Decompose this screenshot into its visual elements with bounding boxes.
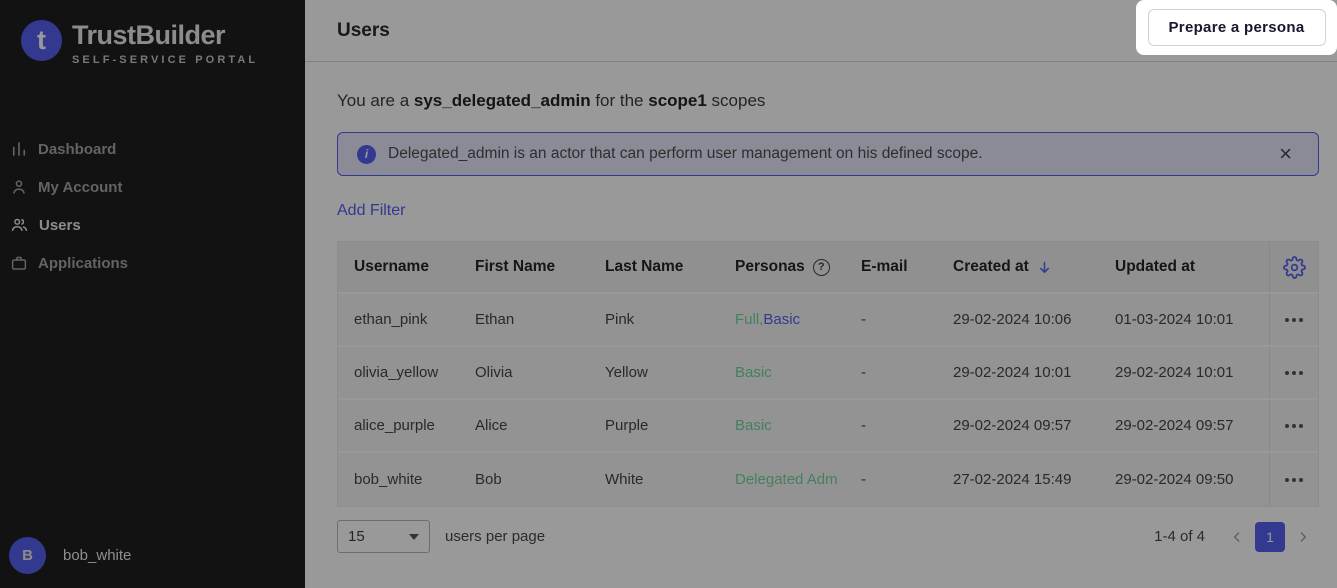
tour-dim-overlay <box>0 0 1337 588</box>
spotlight-card: Prepare a persona <box>1136 0 1337 55</box>
prepare-persona-button[interactable]: Prepare a persona <box>1148 9 1326 46</box>
